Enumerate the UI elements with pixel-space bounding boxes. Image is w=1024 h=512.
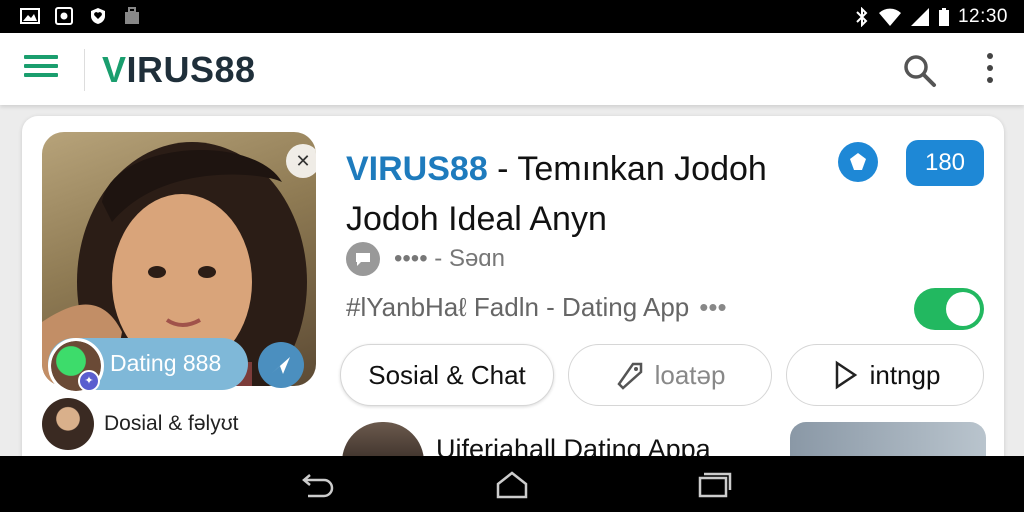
notification-toggle[interactable]	[914, 288, 984, 330]
card-title[interactable]: VIRUS88 - Temınkan Jodoh Jodoh Ideal Any…	[346, 144, 826, 244]
back-icon[interactable]	[296, 470, 336, 500]
app-bar: VIRUS88	[0, 33, 1024, 105]
avatar-small[interactable]	[42, 398, 94, 450]
toggle-knob	[946, 292, 980, 326]
count-badge[interactable]: 180	[906, 140, 984, 186]
like-button[interactable]	[838, 142, 878, 182]
dating-pill[interactable]: ✦ Dating 888	[48, 338, 248, 394]
chip-label: Sosial & Chat	[368, 359, 526, 390]
meta-text: •••• - Səɑn	[394, 245, 505, 272]
app-screen: 12:30 VIRUS88 ✕ ✦ Dating 888 Dosial & fə…	[0, 0, 1024, 512]
close-icon[interactable]: ✕	[286, 144, 316, 178]
bluetooth-icon	[856, 7, 868, 27]
app-title: VIRUS88	[102, 49, 256, 91]
chip-tag[interactable]: loatəp	[568, 344, 772, 406]
badge-icon: ✦	[78, 370, 100, 392]
chat-icon	[346, 242, 380, 276]
profile-card[interactable]: ✕ ✦ Dating 888 Dosial & fəlyʊt VIRUS88 -…	[22, 116, 1004, 476]
menu-icon-line	[24, 73, 58, 77]
nav-bar	[0, 456, 1024, 512]
tag-text: #lYanbHaℓ Fadln - Dating App	[346, 292, 690, 322]
menu-icon-line	[24, 64, 58, 68]
recents-icon[interactable]	[694, 470, 734, 500]
status-bar: 12:30	[0, 0, 1024, 33]
chip-social-chat[interactable]: Sosial & Chat	[340, 344, 554, 406]
home-icon[interactable]	[492, 470, 532, 500]
more-vert-icon[interactable]	[984, 53, 996, 87]
tag-dots[interactable]: •••	[699, 292, 726, 322]
menu-icon	[24, 55, 58, 59]
small-caption: Dosial & fəlyʊt	[104, 412, 239, 435]
app-title-accent: V	[102, 49, 127, 90]
image-icon	[20, 8, 40, 24]
dating-pill-label: Dating 888	[110, 350, 222, 376]
tag-row: #lYanbHaℓ Fadln - Dating App •••	[346, 292, 727, 323]
briefcase-icon	[125, 7, 139, 24]
heart-shield-icon	[91, 8, 105, 24]
battery-icon	[938, 8, 949, 26]
card-title-brand: VIRUS88	[346, 150, 488, 188]
menu-button[interactable]	[24, 55, 58, 83]
chip-label: loatəp	[654, 359, 726, 390]
wifi-icon	[878, 8, 901, 26]
send-button[interactable]	[258, 342, 304, 388]
status-time: 12:30	[957, 6, 1008, 27]
tag-icon	[616, 362, 642, 390]
app-bar-divider	[84, 49, 85, 91]
signal-icon	[910, 8, 929, 26]
meta-row: •••• - Səɑn	[346, 242, 505, 276]
chip-play[interactable]: intngp	[786, 344, 984, 406]
app-icon	[55, 7, 73, 25]
chip-label: intngp	[869, 359, 941, 390]
play-icon	[835, 360, 857, 390]
shield-icon	[850, 153, 866, 170]
send-icon	[272, 357, 290, 374]
app-title-rest: IRUS88	[126, 49, 256, 90]
search-icon[interactable]	[902, 53, 938, 89]
